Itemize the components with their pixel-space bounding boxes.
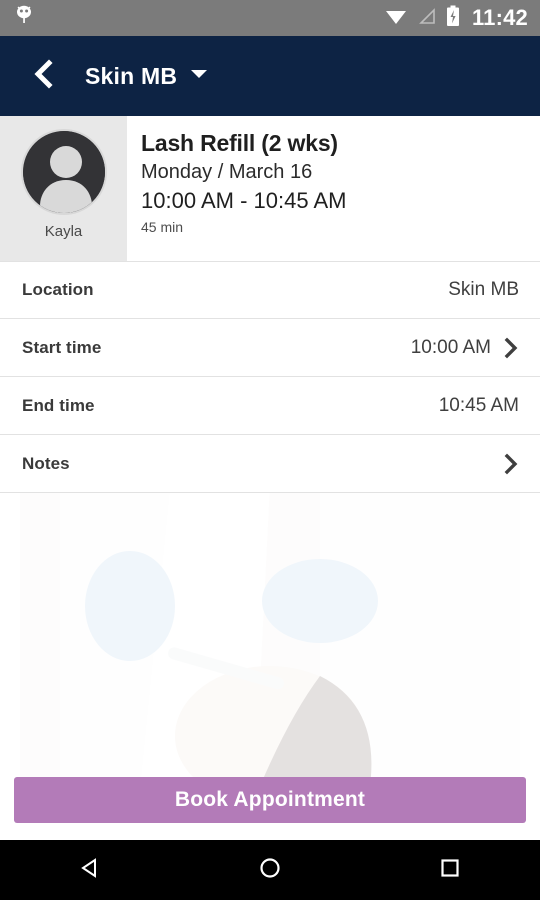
location-dropdown-button[interactable] xyxy=(190,67,208,85)
book-button-container: Book Appointment xyxy=(0,777,540,823)
android-nav-bar xyxy=(0,840,540,900)
content-area: Kayla Lash Refill (2 wks) Monday / March… xyxy=(0,116,540,493)
app-bar-title: Skin MB xyxy=(85,62,178,89)
nav-home-button[interactable] xyxy=(180,854,360,887)
app-bar: Skin MB xyxy=(0,36,540,116)
appointment-duration: 45 min xyxy=(141,219,184,236)
detail-row-end-time[interactable]: End time 10:45 AM xyxy=(0,377,540,435)
status-bar: 11:42 xyxy=(0,0,540,36)
detail-row-start-time[interactable]: Start time 10:00 AM xyxy=(0,319,540,377)
detail-label: Start time xyxy=(22,337,102,357)
android-head-icon xyxy=(14,4,34,33)
appointment-time-range: 10:00 AM - 10:45 AM xyxy=(141,187,347,213)
detail-label: Location xyxy=(22,280,94,299)
chevron-right-icon xyxy=(503,337,519,359)
back-chevron-icon xyxy=(30,58,56,94)
battery-charging-icon xyxy=(446,5,460,32)
appointment-date: Monday / March 16 xyxy=(141,160,313,183)
detail-label: Notes xyxy=(22,453,70,473)
nav-home-circle-icon xyxy=(256,854,284,887)
staff-column: Kayla xyxy=(0,116,127,261)
nav-recents-square-icon xyxy=(436,854,464,887)
chevron-right-icon xyxy=(503,453,519,475)
app-screen: 11:42 Skin MB Kayla Lash Refill (2 wks) … xyxy=(0,0,540,900)
back-button[interactable] xyxy=(26,58,60,94)
service-title: Lash Refill (2 wks) xyxy=(141,130,338,156)
wifi-icon xyxy=(384,6,408,31)
detail-rows: Location Skin MB Start time 10:00 AM End… xyxy=(0,261,540,493)
nav-back-button[interactable] xyxy=(0,854,180,887)
nav-back-triangle-icon xyxy=(76,854,104,887)
detail-row-notes[interactable]: Notes xyxy=(0,435,540,493)
status-bar-clock: 11:42 xyxy=(471,5,528,30)
staff-name: Kayla xyxy=(44,223,83,240)
detail-value: 10:00 AM xyxy=(410,336,491,358)
book-appointment-button[interactable]: Book Appointment xyxy=(14,777,526,823)
detail-value: 10:45 AM xyxy=(438,394,519,416)
avatar xyxy=(20,129,107,215)
detail-label: End time xyxy=(22,395,95,415)
cell-signal-icon xyxy=(417,6,437,31)
detail-row-location[interactable]: Location Skin MB xyxy=(0,261,540,319)
appointment-info: Lash Refill (2 wks) Monday / March 16 10… xyxy=(127,116,540,261)
chevron-down-icon xyxy=(190,67,208,85)
detail-value: Skin MB xyxy=(448,279,519,300)
nav-recents-button[interactable] xyxy=(360,854,540,887)
appointment-summary-card: Kayla Lash Refill (2 wks) Monday / March… xyxy=(0,116,540,261)
